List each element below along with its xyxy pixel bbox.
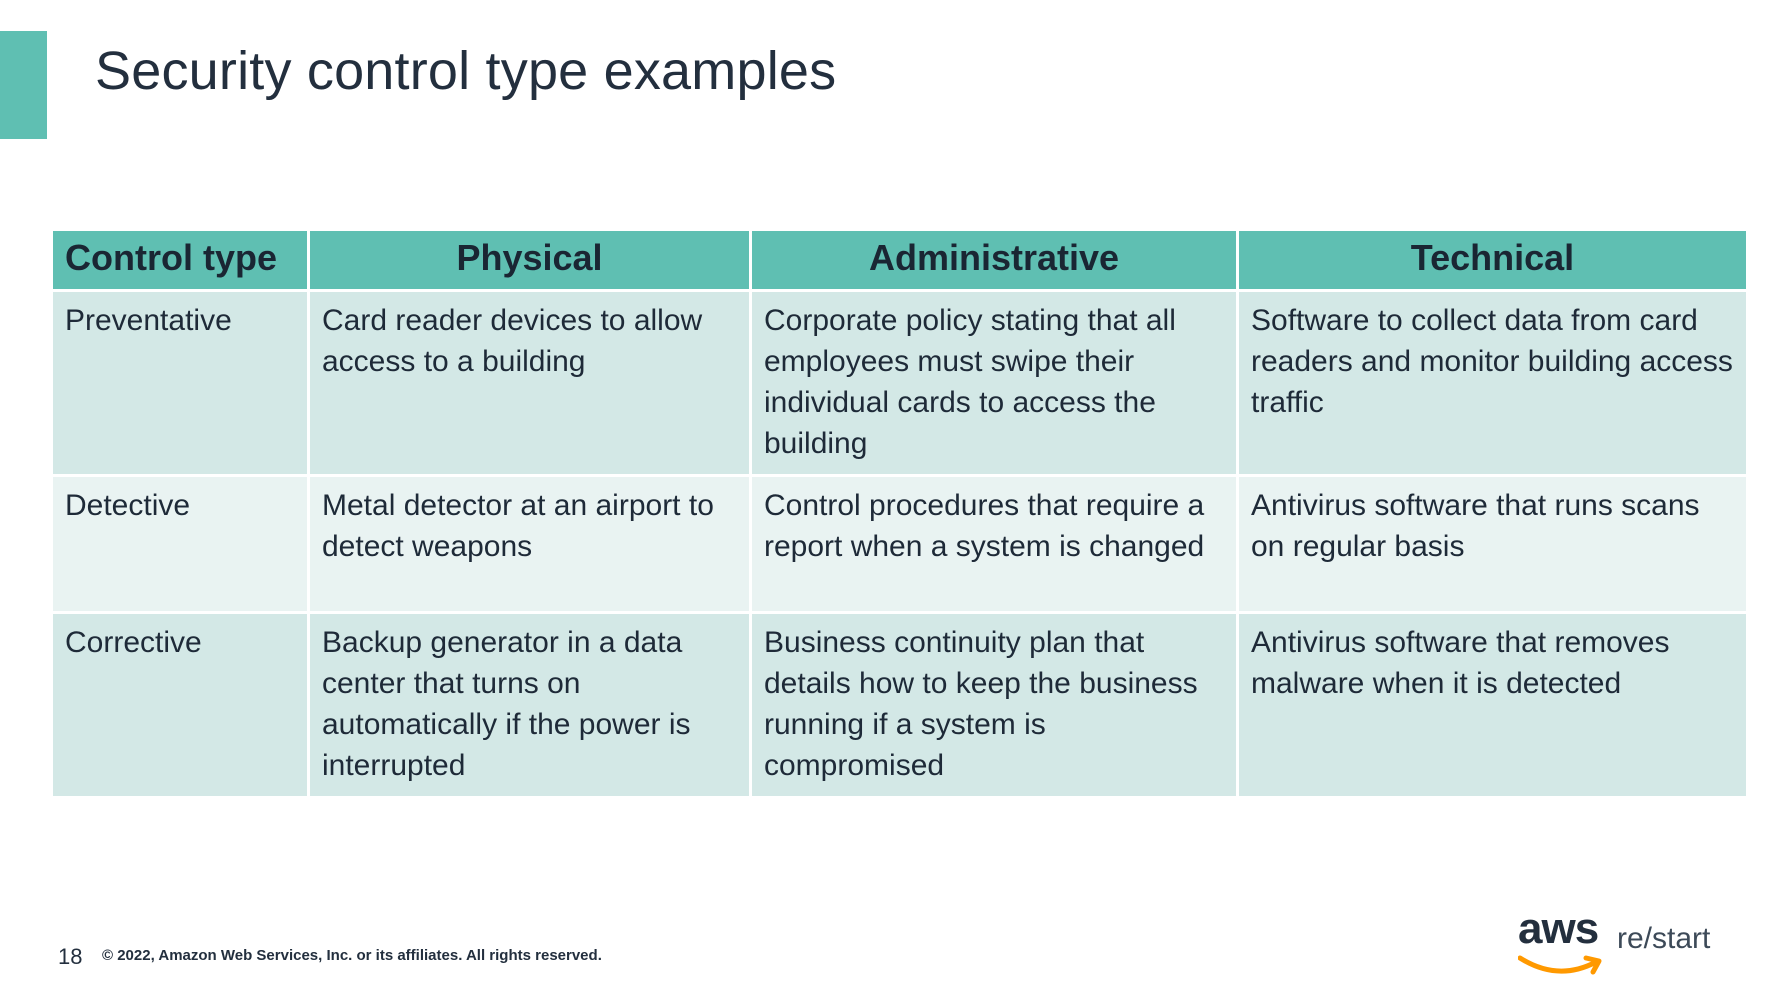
administrative-cell: Business continuity plan that details ho…: [749, 611, 1239, 799]
physical-cell: Backup generator in a data center that t…: [307, 611, 752, 799]
aws-logo-text: aws: [1518, 904, 1599, 953]
security-controls-table: Control type Physical Administrative Tec…: [50, 228, 1749, 799]
table-header-row: Control type Physical Administrative Tec…: [50, 228, 1749, 292]
administrative-cell: Control procedures that require a report…: [749, 474, 1239, 614]
table-row-corrective: Corrective Backup generator in a data ce…: [50, 611, 1749, 799]
aws-logo: aws: [1518, 904, 1618, 980]
title-accent-bar: [0, 31, 47, 139]
column-header-physical: Physical: [307, 228, 752, 292]
technical-cell: Software to collect data from card reade…: [1236, 289, 1749, 477]
row-label-cell: Detective: [50, 474, 310, 614]
row-label-cell: Corrective: [50, 611, 310, 799]
technical-cell: Antivirus software that runs scans on re…: [1236, 474, 1749, 614]
administrative-cell: Corporate policy stating that all employ…: [749, 289, 1239, 477]
aws-smile-icon: [1518, 955, 1602, 975]
table-row-detective: Detective Metal detector at an airport t…: [50, 474, 1749, 614]
table-row-preventative: Preventative Card reader devices to allo…: [50, 289, 1749, 477]
restart-tagline: re/start: [1617, 922, 1711, 955]
physical-cell: Card reader devices to allow access to a…: [307, 289, 752, 477]
physical-cell: Metal detector at an airport to detect w…: [307, 474, 752, 614]
copyright-notice: © 2022, Amazon Web Services, Inc. or its…: [102, 947, 602, 964]
technical-cell: Antivirus software that removes malware …: [1236, 611, 1749, 799]
slide-title: Security control type examples: [95, 41, 837, 101]
column-header-administrative: Administrative: [749, 228, 1239, 292]
page-number: 18: [58, 944, 83, 969]
row-label-cell: Preventative: [50, 289, 310, 477]
column-header-control-type: Control type: [50, 228, 310, 292]
column-header-technical: Technical: [1236, 228, 1749, 292]
